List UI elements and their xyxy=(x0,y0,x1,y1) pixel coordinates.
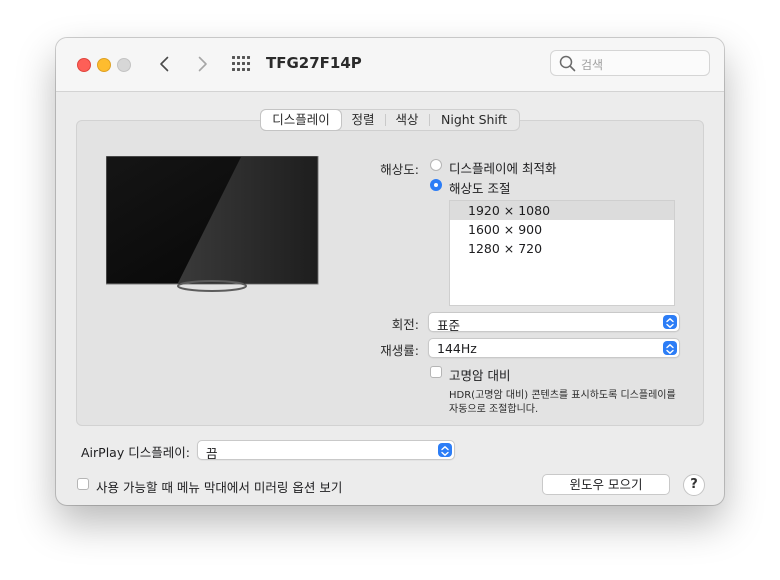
grid-icon xyxy=(232,56,250,71)
close-button[interactable] xyxy=(77,58,91,72)
mirroring-options-checkbox[interactable] xyxy=(77,478,89,490)
airplay-popup[interactable]: 끔 xyxy=(197,440,455,461)
resolution-option-1600x900[interactable]: 1600 × 900 xyxy=(450,220,674,239)
title-bar: TFG27F14P 검색 xyxy=(56,38,724,92)
mirroring-options-label: 사용 가능할 때 메뉴 막대에서 미러링 옵션 보기 xyxy=(96,480,343,495)
tab-night-shift[interactable]: Night Shift xyxy=(429,110,519,130)
rotation-label: 회전: xyxy=(391,317,419,332)
forward-button[interactable] xyxy=(192,54,212,74)
back-button[interactable] xyxy=(155,54,175,74)
minimize-button[interactable] xyxy=(97,58,111,72)
gather-windows-button[interactable]: 윈도우 모으기 xyxy=(542,474,670,495)
hdr-description-line2: 자동으로 조절합니다. xyxy=(449,404,539,415)
popup-stepper-icon xyxy=(438,443,452,457)
show-all-button[interactable] xyxy=(232,56,251,71)
window-title: TFG27F14P xyxy=(266,54,362,72)
hdr-checkbox-label: 고명암 대비 xyxy=(449,368,511,383)
help-button[interactable]: ? xyxy=(683,474,705,496)
resolution-label: 해상도: xyxy=(380,162,419,177)
search-icon xyxy=(559,55,576,72)
radio-scaled-label: 해상도 조절 xyxy=(449,181,511,196)
resolution-option-1920x1080[interactable]: 1920 × 1080 xyxy=(450,201,674,220)
refresh-rate-value: 144Hz xyxy=(437,341,477,356)
rotation-value: 표준 xyxy=(437,318,461,333)
airplay-value: 끔 xyxy=(206,446,218,461)
airplay-label: AirPlay 디스플레이: xyxy=(81,445,190,460)
radio-default-for-display-label: 디스플레이에 최적화 xyxy=(449,161,557,176)
search-field[interactable]: 검색 xyxy=(550,50,710,76)
chevron-left-icon xyxy=(160,56,169,72)
hdr-checkbox[interactable] xyxy=(430,366,442,378)
tab-arrangement[interactable]: 정렬 xyxy=(341,110,385,130)
zoom-button[interactable] xyxy=(117,58,131,72)
popup-stepper-icon xyxy=(663,341,677,355)
search-placeholder: 검색 xyxy=(581,58,604,72)
tab-display[interactable]: 디스플레이 xyxy=(261,110,341,130)
system-preferences-window: TFG27F14P 검색 디스플레이 정렬 색상 Night Shift 해상도… xyxy=(56,38,724,505)
rotation-popup[interactable]: 표준 xyxy=(428,312,680,333)
tab-bar: 디스플레이 정렬 색상 Night Shift xyxy=(260,109,520,131)
refresh-rate-popup[interactable]: 144Hz xyxy=(428,338,680,358)
popup-stepper-icon xyxy=(663,315,677,329)
tab-color[interactable]: 색상 xyxy=(385,110,429,130)
radio-default-for-display[interactable] xyxy=(430,159,442,171)
monitor-illustration xyxy=(106,156,319,292)
resolution-list: 1920 × 1080 1600 × 900 1280 × 720 xyxy=(449,200,675,306)
hdr-description-line1: HDR(고명암 대비) 콘텐츠를 표시하도록 디스플레이를 xyxy=(449,390,676,401)
resolution-option-1280x720[interactable]: 1280 × 720 xyxy=(450,239,674,258)
chevron-right-icon xyxy=(198,56,207,72)
refresh-rate-label: 재생률: xyxy=(380,343,419,358)
radio-scaled[interactable] xyxy=(430,179,442,191)
